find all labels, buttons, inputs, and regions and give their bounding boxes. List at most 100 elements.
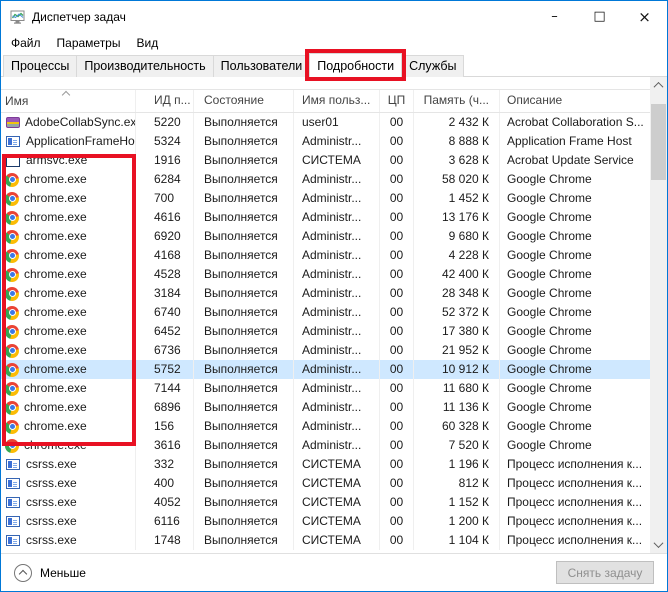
process-status-cell: Выполняется <box>194 113 294 132</box>
chevron-up-circle-icon <box>14 564 32 582</box>
process-row[interactable]: csrss.exe 4052 Выполняется СИСТЕМА 00 1 … <box>1 493 650 512</box>
title-bar[interactable]: Диспетчер задач – □ × <box>1 1 667 32</box>
process-status-cell: Выполняется <box>194 208 294 227</box>
process-user-cell: Administr... <box>294 246 380 265</box>
tab-3[interactable]: Подробности <box>309 53 402 77</box>
vertical-scrollbar[interactable] <box>650 77 667 553</box>
process-description-cell: Google Chrome <box>500 284 650 303</box>
process-row[interactable]: chrome.exe 3184 Выполняется Administr...… <box>1 284 650 303</box>
process-name-cell: chrome.exe <box>1 284 136 303</box>
process-row[interactable]: chrome.exe 700 Выполняется Administr... … <box>1 189 650 208</box>
column-header-memory[interactable]: Память (ч... <box>414 90 500 112</box>
process-row[interactable]: csrss.exe 1748 Выполняется СИСТЕМА 00 1 … <box>1 531 650 550</box>
process-name-cell: chrome.exe <box>1 417 136 436</box>
process-memory-cell: 1 196 К <box>414 455 500 474</box>
column-header-description[interactable]: Описание <box>500 90 650 112</box>
process-description-cell: Процесс исполнения к... <box>500 455 650 474</box>
process-user-cell: Administr... <box>294 227 380 246</box>
process-cpu-cell: 00 <box>380 132 414 151</box>
process-user-cell: СИСТЕМА <box>294 474 380 493</box>
appframe-icon <box>6 136 20 147</box>
process-status-cell: Выполняется <box>194 303 294 322</box>
tab-0[interactable]: Процессы <box>3 55 77 77</box>
process-memory-cell: 11 680 К <box>414 379 500 398</box>
process-name-cell: chrome.exe <box>1 170 136 189</box>
process-pid-cell: 400 <box>136 474 194 493</box>
process-memory-cell: 11 136 К <box>414 398 500 417</box>
chrome-icon <box>5 344 19 358</box>
process-status-cell: Выполняется <box>194 227 294 246</box>
process-name-cell: csrss.exe <box>1 474 136 493</box>
process-row[interactable]: chrome.exe 6920 Выполняется Administr...… <box>1 227 650 246</box>
process-pid-cell: 1748 <box>136 531 194 550</box>
process-name-cell: chrome.exe <box>1 322 136 341</box>
process-name: chrome.exe <box>24 303 87 322</box>
process-row[interactable]: chrome.exe 7144 Выполняется Administr...… <box>1 379 650 398</box>
process-row[interactable]: chrome.exe 6284 Выполняется Administr...… <box>1 170 650 189</box>
tab-2[interactable]: Пользователи <box>213 55 311 77</box>
process-description-cell: Acrobat Update Service <box>500 151 650 170</box>
process-row[interactable]: chrome.exe 5752 Выполняется Administr...… <box>1 360 650 379</box>
process-name-cell: chrome.exe <box>1 398 136 417</box>
process-cpu-cell: 00 <box>380 170 414 189</box>
fewer-details-toggle[interactable]: Меньше <box>14 564 86 582</box>
process-name: csrss.exe <box>26 512 77 531</box>
end-task-button[interactable]: Снять задачу <box>556 561 654 584</box>
column-header-cpu[interactable]: ЦП <box>380 90 414 112</box>
tab-1[interactable]: Производительность <box>76 55 213 77</box>
process-name: chrome.exe <box>24 398 87 417</box>
process-row[interactable]: chrome.exe 4528 Выполняется Administr...… <box>1 265 650 284</box>
process-row[interactable]: chrome.exe 4616 Выполняется Administr...… <box>1 208 650 227</box>
process-memory-cell: 58 020 К <box>414 170 500 189</box>
process-name: csrss.exe <box>26 474 77 493</box>
column-header-pid[interactable]: ИД п... <box>136 90 194 112</box>
process-row[interactable]: chrome.exe 3616 Выполняется Administr...… <box>1 436 650 455</box>
minimize-button[interactable]: – <box>532 1 577 32</box>
process-row[interactable]: csrss.exe 332 Выполняется СИСТЕМА 00 1 1… <box>1 455 650 474</box>
process-name: chrome.exe <box>24 417 87 436</box>
fewer-details-label: Меньше <box>40 566 86 580</box>
column-header-status[interactable]: Состояние <box>194 90 294 112</box>
process-row[interactable]: chrome.exe 156 Выполняется Administr... … <box>1 417 650 436</box>
process-description-cell: Google Chrome <box>500 170 650 189</box>
close-button[interactable]: × <box>622 1 667 32</box>
process-row[interactable]: chrome.exe 6736 Выполняется Administr...… <box>1 341 650 360</box>
process-row[interactable]: armsvc.exe 1916 Выполняется СИСТЕМА 00 3… <box>1 151 650 170</box>
process-pid-cell: 6452 <box>136 322 194 341</box>
process-name: csrss.exe <box>26 531 77 550</box>
process-name-cell: chrome.exe <box>1 360 136 379</box>
process-row[interactable]: csrss.exe 400 Выполняется СИСТЕМА 00 812… <box>1 474 650 493</box>
menu-bar: ФайлПараметрыВид <box>1 32 667 53</box>
process-cpu-cell: 00 <box>380 455 414 474</box>
process-row[interactable]: AdobeCollabSync.exe 5220 Выполняется use… <box>1 113 650 132</box>
menu-item-1[interactable]: Параметры <box>49 34 129 52</box>
process-row[interactable]: csrss.exe 6116 Выполняется СИСТЕМА 00 1 … <box>1 512 650 531</box>
process-pid-cell: 1916 <box>136 151 194 170</box>
process-cpu-cell: 00 <box>380 284 414 303</box>
scroll-down-icon[interactable] <box>650 536 667 553</box>
process-user-cell: Administr... <box>294 265 380 284</box>
process-row[interactable]: chrome.exe 6896 Выполняется Administr...… <box>1 398 650 417</box>
scroll-up-icon[interactable] <box>650 77 667 94</box>
process-description-cell: Процесс исполнения к... <box>500 493 650 512</box>
scrollbar-thumb[interactable] <box>651 104 666 180</box>
process-row[interactable]: chrome.exe 6452 Выполняется Administr...… <box>1 322 650 341</box>
column-header-user[interactable]: Имя польз... <box>294 90 380 112</box>
process-name-cell: chrome.exe <box>1 341 136 360</box>
process-row[interactable]: ApplicationFrameHo... 5324 Выполняется A… <box>1 132 650 151</box>
process-user-cell: Administr... <box>294 379 380 398</box>
process-row[interactable]: chrome.exe 6740 Выполняется Administr...… <box>1 303 650 322</box>
process-pid-cell: 3184 <box>136 284 194 303</box>
process-name-cell: chrome.exe <box>1 227 136 246</box>
maximize-button[interactable]: □ <box>577 1 622 32</box>
tab-4[interactable]: Службы <box>401 55 464 77</box>
chrome-icon <box>5 420 19 434</box>
process-status-cell: Выполняется <box>194 322 294 341</box>
process-row[interactable]: chrome.exe 4168 Выполняется Administr...… <box>1 246 650 265</box>
process-pid-cell: 7144 <box>136 379 194 398</box>
process-memory-cell: 4 228 К <box>414 246 500 265</box>
menu-item-2[interactable]: Вид <box>128 34 166 52</box>
process-user-cell: СИСТЕМА <box>294 455 380 474</box>
menu-item-0[interactable]: Файл <box>3 34 49 52</box>
process-status-cell: Выполняется <box>194 170 294 189</box>
